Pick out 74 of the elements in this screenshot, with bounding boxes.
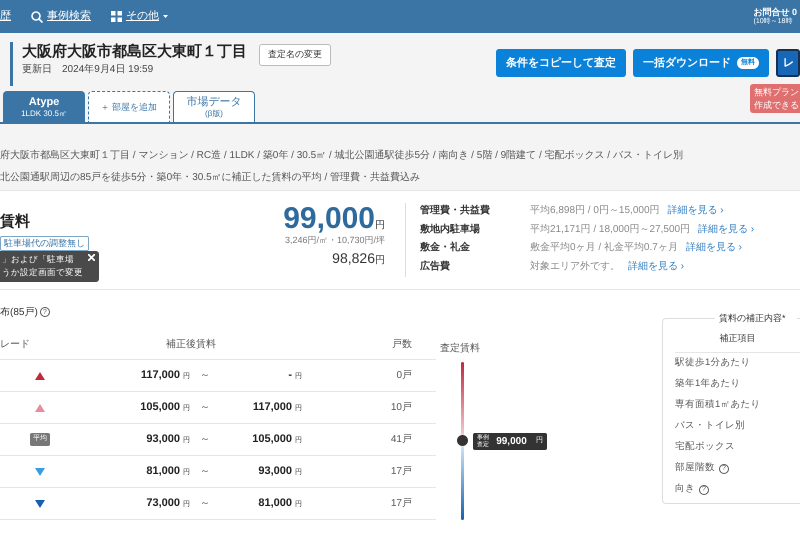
range-separator: ～ [199, 465, 211, 479]
rent-value: 105,000 [140, 401, 180, 414]
detail-label: 管理費・共益費 [420, 204, 491, 218]
adjustment-item: 部屋階数 [675, 461, 715, 476]
rent-value: 117,000 [252, 401, 292, 414]
detail-label: 敷金・礼金 [420, 240, 471, 255]
rent-value: - [288, 369, 292, 382]
column-header: 査定賃料 [440, 342, 480, 356]
average-price: 98,826円 [331, 248, 385, 268]
panel-header: 補正項目 [675, 326, 800, 353]
details-link[interactable]: 詳細を見る › [628, 258, 684, 274]
plan-notice: 無料プラン 作成できる [750, 84, 800, 114]
nav-link[interactable]: 事例検索 [31, 8, 91, 25]
column-header: レード [0, 338, 31, 352]
rent-value: 117,000 [140, 369, 180, 382]
grid-icon [111, 11, 122, 22]
unit-count: 0戸 [395, 369, 412, 383]
range-separator: ～ [199, 497, 211, 511]
range-separator: ～ [199, 433, 211, 447]
rent-value: 81,000 [258, 497, 292, 510]
action-button[interactable]: 条件をコピーして査定 [496, 49, 626, 77]
tab[interactable]: 市場データ (β版) [173, 91, 255, 122]
tab[interactable]: Atype 1LDK 30.5㎡ [3, 91, 85, 122]
rename-button[interactable]: 査定名の変更 [259, 44, 331, 66]
section-title: 布(85戸) [0, 306, 38, 320]
tooltip-text: 」および「駐車場 うか設定画面で変更 [2, 254, 83, 277]
range-separator: ～ [199, 369, 211, 383]
details-link[interactable]: 詳細を見る › [668, 203, 724, 218]
add-room-tab[interactable]: ＋ 部屋を追加 [88, 91, 170, 122]
conditions-text: 府大阪市都島区大東町１丁目 / マンション / RC造 / 1LDK / 築0年 / 30.5㎡ / 城北公園通駅徒歩5分 / 南向き / 5階 / 9階建て / 宅配ボックス / バス・トイレ別 [0, 148, 684, 163]
up-triangle-icon [35, 404, 45, 412]
unit-prices: 3,246円/㎡・10,730円/坪 [284, 234, 385, 247]
adjustment-item: 築年1年あたり [675, 377, 740, 392]
search-icon [31, 10, 43, 22]
rent-value: 73,000 [146, 497, 180, 510]
nav-link[interactable]: その他 [111, 8, 168, 25]
rent-price: 99,000円 [282, 204, 385, 234]
adjustment-item: 駅徒歩1分あたり [675, 356, 750, 370]
updated-date: 更新日 2024年9月4日 19:59 [22, 62, 154, 76]
detail-label: 敷地内駐車場 [420, 222, 481, 236]
rent-title: 賃料 [0, 212, 31, 232]
action-button[interactable]: レ [776, 49, 800, 77]
rent-value: 105,000 [252, 433, 292, 446]
nav-link[interactable]: 歴 [0, 8, 11, 25]
parking-tag: 駐車場代の調整無し [0, 236, 89, 251]
unit-count: 10戸 [390, 401, 412, 415]
adjustment-item: バス・トイレ別 [675, 419, 745, 434]
adjustment-item: 専有面積1㎡あたり [675, 398, 760, 412]
unit-count: 17戸 [390, 497, 412, 511]
detail-value: 敷金平均0ヶ月 / 礼金平均0.7ヶ月 [530, 240, 678, 255]
page-title: 大阪府大阪市都島区大東町１丁目 [22, 42, 247, 62]
detail-label: 広告費 [420, 259, 451, 274]
adjustment-item: 宅配ボックス [675, 440, 735, 454]
details-link[interactable]: 詳細を見る › [686, 240, 742, 256]
rent-value: 81,000 [146, 465, 180, 478]
unit-count: 17戸 [390, 465, 412, 479]
rent-value: 93,000 [146, 433, 180, 446]
column-header: 補正後賃料 [165, 338, 217, 352]
column-header: 戸数 [391, 338, 412, 352]
adjustment-item: 向き [675, 482, 695, 496]
close-icon[interactable] [88, 254, 95, 261]
detail-value: 平均21,171円 / 18,000円～27,500円 [530, 222, 690, 236]
up-triangle-icon [35, 372, 45, 380]
details-link[interactable]: 詳細を見る › [698, 222, 754, 237]
detail-value: 平均6,898円 / 0円～15,000円 [530, 204, 660, 218]
contact-label: お問合せ 0 [753, 6, 797, 17]
rent-value: 93,000 [258, 465, 292, 478]
range-separator: ～ [199, 401, 211, 415]
detail-value: 対象エリア外です。 [530, 260, 620, 274]
down-triangle-icon [35, 500, 45, 508]
unit-count: 41戸 [390, 433, 412, 447]
panel-title: 賃料の補正内容* [715, 312, 797, 326]
down-triangle-icon [35, 468, 45, 476]
basis-text: 北公園通駅周辺の85戸を徒歩5分・築0年・30.5㎡に補正した賃料の平均 / 管理費・共益費込み [0, 170, 422, 185]
